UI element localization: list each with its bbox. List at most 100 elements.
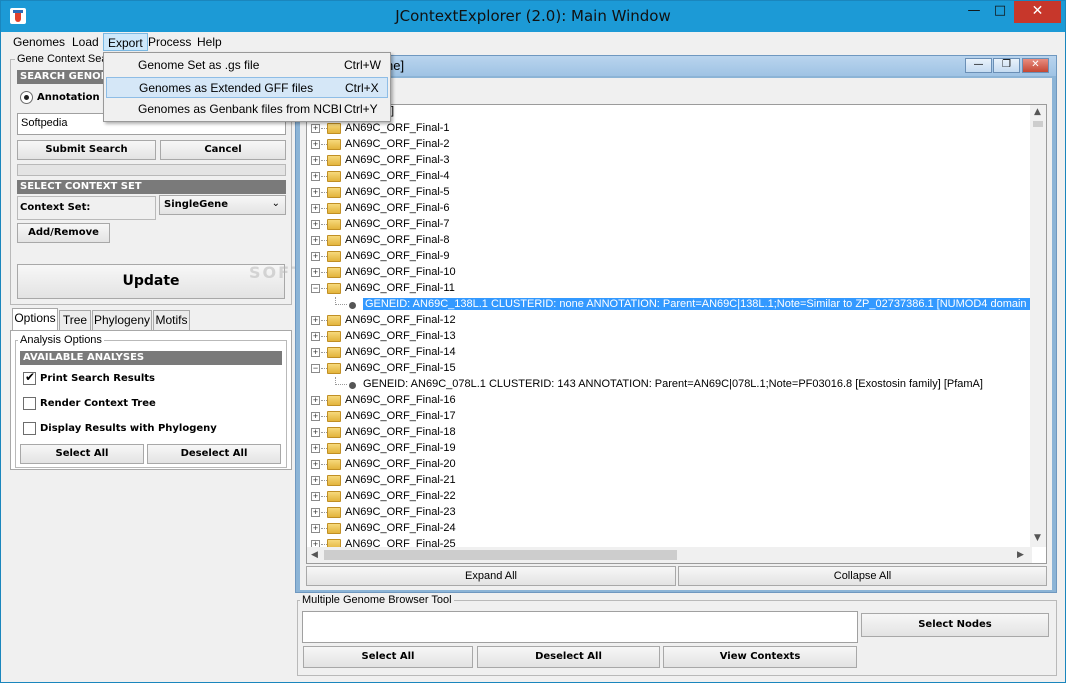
tab-options[interactable]: Options: [12, 308, 58, 330]
cancel-button[interactable]: Cancel: [160, 140, 286, 160]
tree-node-row[interactable]: + AN69C_ORF_Final-12: [307, 313, 1032, 329]
expand-node-icon[interactable]: +: [311, 428, 320, 437]
analyses-select-all-button[interactable]: Select All: [20, 444, 144, 464]
expand-node-icon[interactable]: +: [311, 412, 320, 421]
tree-node-row[interactable]: + AN69C_ORF_Final-17: [307, 409, 1032, 425]
display-phylogeny-checkbox[interactable]: [23, 422, 36, 435]
expand-node-icon[interactable]: +: [311, 396, 320, 405]
print-search-results-checkbox[interactable]: [23, 370, 36, 385]
expand-node-icon[interactable]: +: [311, 460, 320, 469]
annotation-search-radio[interactable]: [20, 91, 33, 104]
browser-select-all-button[interactable]: Select All: [303, 646, 473, 668]
internal-minimize-button[interactable]: —: [965, 58, 992, 73]
expand-all-button[interactable]: Expand All: [306, 566, 676, 586]
minimize-button[interactable]: —: [961, 1, 987, 23]
genome-browser-input[interactable]: [302, 611, 858, 643]
gene-leaf-icon: [349, 302, 356, 309]
close-button[interactable]: ✕: [1014, 1, 1061, 23]
expand-node-icon[interactable]: +: [311, 172, 320, 181]
tab-tree[interactable]: Tree: [59, 310, 91, 330]
tree-node-row[interactable]: + AN69C_ORF_Final-22: [307, 489, 1032, 505]
context-tree[interactable]: ] + AN69C_ORF_Final-1 + AN69C_ORF_Final-2 + A…: [306, 104, 1047, 564]
menu-genomes[interactable]: Genomes: [9, 33, 69, 51]
internal-maximize-button[interactable]: ❐: [993, 58, 1020, 73]
tree-horizontal-scrollbar[interactable]: ◀ ▶: [307, 547, 1032, 563]
expand-node-icon[interactable]: +: [311, 316, 320, 325]
tree-node-row[interactable]: + AN69C_ORF_Final-3: [307, 153, 1032, 169]
folder-icon: [327, 347, 341, 358]
maximize-button[interactable]: □: [987, 1, 1013, 23]
horizontal-scroll-thumb[interactable]: [324, 550, 677, 560]
expand-node-icon[interactable]: +: [311, 124, 320, 133]
analyses-deselect-all-button[interactable]: Deselect All: [147, 444, 281, 464]
tree-node-label: AN69C_ORF_Final-13: [345, 330, 456, 342]
tab-phylogeny[interactable]: Phylogeny: [92, 310, 152, 330]
scroll-left-arrow-icon[interactable]: ◀: [311, 550, 318, 560]
tree-node-row[interactable]: + AN69C_ORF_Final-5: [307, 185, 1032, 201]
submit-search-button[interactable]: Submit Search: [17, 140, 156, 160]
render-context-tree-checkbox[interactable]: [23, 397, 36, 410]
scroll-right-arrow-icon[interactable]: ▶: [1017, 550, 1024, 560]
expand-node-icon[interactable]: +: [311, 476, 320, 485]
tab-motifs[interactable]: Motifs: [153, 310, 190, 330]
tree-node-row[interactable]: + AN69C_ORF_Final-23: [307, 505, 1032, 521]
export-genbank-files-item[interactable]: Genomes as Genbank files from NCBI Ctrl+…: [106, 99, 388, 120]
expand-node-icon[interactable]: +: [311, 252, 320, 261]
tree-leaf-row[interactable]: GENEID: AN69C_078L.1 CLUSTERID: 143 ANNO…: [307, 377, 1032, 393]
internal-close-button[interactable]: ✕: [1022, 58, 1049, 73]
scroll-up-arrow-icon[interactable]: ▲: [1034, 107, 1041, 117]
tree-node-row[interactable]: + AN69C_ORF_Final-9: [307, 249, 1032, 265]
select-nodes-button[interactable]: Select Nodes: [861, 613, 1049, 637]
expand-node-icon[interactable]: +: [311, 524, 320, 533]
expand-node-icon[interactable]: +: [311, 492, 320, 501]
menu-item-accelerator: Ctrl+W: [344, 58, 381, 72]
update-button[interactable]: Update: [17, 264, 285, 299]
expand-node-icon[interactable]: +: [311, 156, 320, 165]
export-gs-file-item[interactable]: Genome Set as .gs file Ctrl+W: [106, 55, 388, 76]
expand-node-icon[interactable]: +: [311, 220, 320, 229]
tree-node-row[interactable]: + AN69C_ORF_Final-18: [307, 425, 1032, 441]
collapse-all-button[interactable]: Collapse All: [678, 566, 1047, 586]
tree-leaf-row[interactable]: GENEID: AN69C_138L.1 CLUSTERID: none ANN…: [307, 297, 1046, 313]
expand-node-icon[interactable]: +: [311, 188, 320, 197]
expand-node-icon[interactable]: +: [311, 508, 320, 517]
collapse-node-icon[interactable]: −: [311, 284, 320, 293]
expand-node-icon[interactable]: +: [311, 236, 320, 245]
export-gff-files-item[interactable]: Genomes as Extended GFF files Ctrl+X: [106, 77, 388, 98]
tree-node-row[interactable]: + AN69C_ORF_Final-7: [307, 217, 1032, 233]
vertical-scroll-thumb[interactable]: [1033, 121, 1043, 127]
tree-node-label: AN69C_ORF_Final-19: [345, 442, 456, 454]
tree-node-row[interactable]: + AN69C_ORF_Final-8: [307, 233, 1032, 249]
tree-node-row[interactable]: + AN69C_ORF_Final-13: [307, 329, 1032, 345]
menu-help[interactable]: Help: [193, 33, 226, 51]
expand-node-icon[interactable]: +: [311, 444, 320, 453]
tree-node-row[interactable]: + AN69C_ORF_Final-2: [307, 137, 1032, 153]
expand-node-icon[interactable]: +: [311, 204, 320, 213]
expand-node-icon[interactable]: +: [311, 268, 320, 277]
browser-deselect-all-button[interactable]: Deselect All: [477, 646, 660, 668]
tree-node-row[interactable]: + AN69C_ORF_Final-10: [307, 265, 1032, 281]
add-remove-button[interactable]: Add/Remove: [17, 223, 110, 243]
expand-node-icon[interactable]: +: [311, 348, 320, 357]
tree-node-row[interactable]: + AN69C_ORF_Final-21: [307, 473, 1032, 489]
menu-export[interactable]: Export: [103, 33, 148, 51]
scroll-down-arrow-icon[interactable]: ▼: [1034, 533, 1041, 543]
menu-load[interactable]: Load: [68, 33, 103, 51]
tree-vertical-scrollbar[interactable]: ▲ ▼: [1030, 105, 1046, 547]
tree-node-row[interactable]: + AN69C_ORF_Final-24: [307, 521, 1032, 537]
tree-node-row[interactable]: + AN69C_ORF_Final-19: [307, 441, 1032, 457]
expand-node-icon[interactable]: +: [311, 140, 320, 149]
menu-process[interactable]: Process: [144, 33, 195, 51]
context-set-select[interactable]: SingleGene ⌄: [159, 195, 286, 215]
tree-node-row[interactable]: + AN69C_ORF_Final-16: [307, 393, 1032, 409]
tree-node-row[interactable]: + AN69C_ORF_Final-14: [307, 345, 1032, 361]
tree-node-row[interactable]: − AN69C_ORF_Final-11: [307, 281, 1032, 297]
tree-node-row[interactable]: + AN69C_ORF_Final-1: [307, 121, 1032, 137]
tree-node-row[interactable]: + AN69C_ORF_Final-6: [307, 201, 1032, 217]
expand-node-icon[interactable]: +: [311, 332, 320, 341]
collapse-node-icon[interactable]: −: [311, 364, 320, 373]
view-contexts-button[interactable]: View Contexts: [663, 646, 857, 668]
tree-node-row[interactable]: + AN69C_ORF_Final-4: [307, 169, 1032, 185]
tree-node-row[interactable]: + AN69C_ORF_Final-20: [307, 457, 1032, 473]
tree-node-row[interactable]: − AN69C_ORF_Final-15: [307, 361, 1032, 377]
